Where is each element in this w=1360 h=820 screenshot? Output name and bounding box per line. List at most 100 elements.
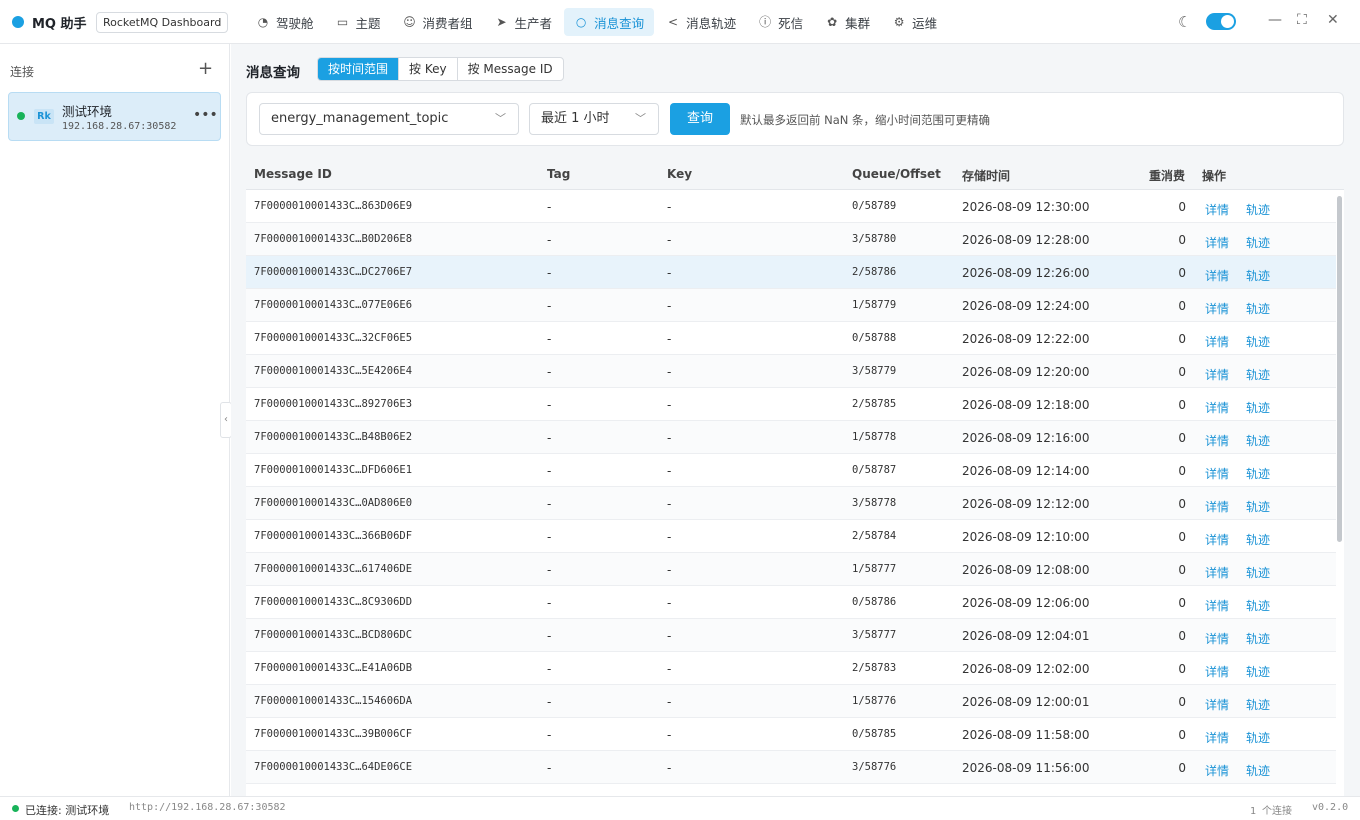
key-cell: - [667,629,672,643]
more-icon[interactable]: ••• [193,107,218,123]
tab-query-mode-0[interactable]: 按时间范围 [318,58,399,80]
queue-offset-cell: 0/58786 [852,596,897,608]
detail-link[interactable]: 详情 [1205,399,1229,416]
cluster-icon: ✿ [827,15,838,29]
store-time-cell: 2026-08-09 12:14:00 [962,464,1090,478]
nav-item-0[interactable]: ◔ 驾驶舱 [246,8,324,36]
trace-link[interactable]: 轨迹 [1246,267,1270,284]
topic-select[interactable]: energy_management_topic ﹀ [259,103,519,135]
table-row[interactable]: 7F0000010001433C…39B006CF - - 0/58785 2026-0… [246,718,1336,751]
table-scrollbar[interactable] [1336,190,1344,796]
main-content: 消息查询 按时间范围按 Key 按 Message ID energy_manag… [231,44,1360,796]
table-row[interactable]: 7F0000010001433C…E41A06DB - - 2/58783 2026-0… [246,652,1336,685]
connection-item[interactable]: Rk 测试环境 192.168.28.67:30582 ••• [8,92,221,141]
nav-item-6[interactable]: ⓘ 死信 [748,8,813,36]
main-nav: ◔ 驾驶舱 ▭ 主题 ☺ 消费者组 ➤ 生产者 ○ 消息查询 < 消息轨迹 ⓘ 死信 ✿ 集群 ⚙ 运维 [246,8,947,36]
table-row[interactable]: 7F0000010001433C…154606DA - - 1/58776 2026-0… [246,685,1336,718]
table-row[interactable]: 7F0000010001433C…617406DE - - 1/58777 2026-0… [246,553,1336,586]
retry-count-cell: 0 [1178,695,1186,709]
tab-query-mode-1[interactable]: 按 Key [398,58,457,80]
nav-item-7[interactable]: ✿ 集群 [815,8,880,36]
nav-item-5[interactable]: < 消息轨迹 [656,8,746,36]
tab-query-mode-2[interactable]: 按 Message ID [456,58,563,80]
detail-link[interactable]: 详情 [1205,300,1229,317]
queue-offset-cell: 0/58788 [852,332,897,344]
detail-link[interactable]: 详情 [1205,663,1229,680]
trace-link[interactable]: 轨迹 [1246,729,1270,746]
store-time-cell: 2026-08-09 11:56:00 [962,761,1090,775]
maximize-icon[interactable]: ⛶ [1297,12,1307,28]
connection-status-dot [17,112,25,120]
detail-link[interactable]: 详情 [1205,762,1229,779]
detail-link[interactable]: 详情 [1205,498,1229,515]
table-row[interactable]: 7F0000010001433C…B0D206E8 - - 3/58780 2026-0… [246,223,1336,256]
moon-icon[interactable]: ☾ [1178,13,1191,31]
trace-link[interactable]: 轨迹 [1246,399,1270,416]
trace-link[interactable]: 轨迹 [1246,234,1270,251]
table-row[interactable]: 7F0000010001433C…DC2706E7 - - 2/58786 2026-0… [246,256,1336,289]
nav-item-label: 集群 [845,15,871,31]
trace-link[interactable]: 轨迹 [1246,663,1270,680]
detail-link[interactable]: 详情 [1205,432,1229,449]
table-row[interactable]: 7F0000010001433C…B48B06E2 - - 1/58778 2026-0… [246,421,1336,454]
store-time-cell: 2026-08-09 12:18:00 [962,398,1090,412]
detail-link[interactable]: 详情 [1205,366,1229,383]
time-range-select[interactable]: 最近 1 小时 ﹀ [529,103,659,135]
detail-link[interactable]: 详情 [1205,201,1229,218]
table-row[interactable]: 7F0000010001433C…DFD606E1 - - 0/58787 2026-0… [246,454,1336,487]
message-id-cell: 7F0000010001433C…DC2706E7 [254,266,413,278]
table-row[interactable]: 7F0000010001433C…32CF06E5 - - 0/58788 2026-0… [246,322,1336,355]
key-cell: - [667,266,672,280]
detail-link[interactable]: 详情 [1205,234,1229,251]
trace-link[interactable]: 轨迹 [1246,762,1270,779]
table-row[interactable]: 7F0000010001433C…863D06E9 - - 0/58789 2026-0… [246,190,1336,223]
minimize-icon[interactable]: — [1268,12,1282,28]
nav-item-3[interactable]: ➤ 生产者 [485,8,563,36]
table-row[interactable]: 7F0000010001433C…366B06DF - - 2/58784 2026-0… [246,520,1336,553]
detail-link[interactable]: 详情 [1205,531,1229,548]
trace-link[interactable]: 轨迹 [1246,465,1270,482]
nav-item-1[interactable]: ▭ 主题 [326,8,391,36]
table-row[interactable]: 7F0000010001433C…0AD806E0 - - 3/58778 2026-0… [246,487,1336,520]
gear-icon: ⚙ [893,15,905,29]
detail-link[interactable]: 详情 [1205,729,1229,746]
close-icon[interactable]: ✕ [1327,12,1339,28]
trace-link[interactable]: 轨迹 [1246,300,1270,317]
detail-link[interactable]: 详情 [1205,696,1229,713]
trace-link[interactable]: 轨迹 [1246,366,1270,383]
nav-item-8[interactable]: ⚙ 运维 [882,8,947,36]
add-connection-icon[interactable]: + [198,58,213,79]
table-row[interactable]: 7F0000010001433C…892706E3 - - 2/58785 2026-0… [246,388,1336,421]
trace-link[interactable]: 轨迹 [1246,333,1270,350]
trace-link[interactable]: 轨迹 [1246,564,1270,581]
table-row[interactable]: 7F0000010001433C…BCD806DC - - 3/58777 2026-0… [246,619,1336,652]
detail-link[interactable]: 详情 [1205,630,1229,647]
trace-link[interactable]: 轨迹 [1246,432,1270,449]
scrollbar-thumb[interactable] [1337,196,1342,542]
trace-link[interactable]: 轨迹 [1246,630,1270,647]
detail-link[interactable]: 详情 [1205,333,1229,350]
tag-cell: - [547,398,552,412]
nav-item-2[interactable]: ☺ 消费者组 [393,8,483,36]
table-row[interactable]: 7F0000010001433C…8C9306DD - - 0/58786 2026-0… [246,586,1336,619]
table-row[interactable]: 7F0000010001433C…077E06E6 - - 1/58779 2026-0… [246,289,1336,322]
message-id-cell: 7F0000010001433C…863D06E9 [254,200,413,212]
nav-item-4[interactable]: ○ 消息查询 [564,8,655,36]
table-row[interactable]: 7F0000010001433C…5E4206E4 - - 3/58779 2026-0… [246,355,1336,388]
trace-link[interactable]: 轨迹 [1246,201,1270,218]
trace-link[interactable]: 轨迹 [1246,498,1270,515]
store-time-cell: 2026-08-09 12:10:00 [962,530,1090,544]
detail-link[interactable]: 详情 [1205,564,1229,581]
store-time-cell: 2026-08-09 12:24:00 [962,299,1090,313]
theme-toggle[interactable] [1206,13,1236,30]
trace-link[interactable]: 轨迹 [1246,696,1270,713]
retry-count-cell: 0 [1178,530,1186,544]
query-button[interactable]: 查询 [670,103,730,135]
trace-link[interactable]: 轨迹 [1246,597,1270,614]
detail-link[interactable]: 详情 [1205,597,1229,614]
table-row[interactable]: 7F0000010001433C…64DE06CE - - 3/58776 2026-0… [246,751,1336,784]
store-time-cell: 2026-08-09 12:00:01 [962,695,1090,709]
trace-link[interactable]: 轨迹 [1246,531,1270,548]
detail-link[interactable]: 详情 [1205,267,1229,284]
detail-link[interactable]: 详情 [1205,465,1229,482]
